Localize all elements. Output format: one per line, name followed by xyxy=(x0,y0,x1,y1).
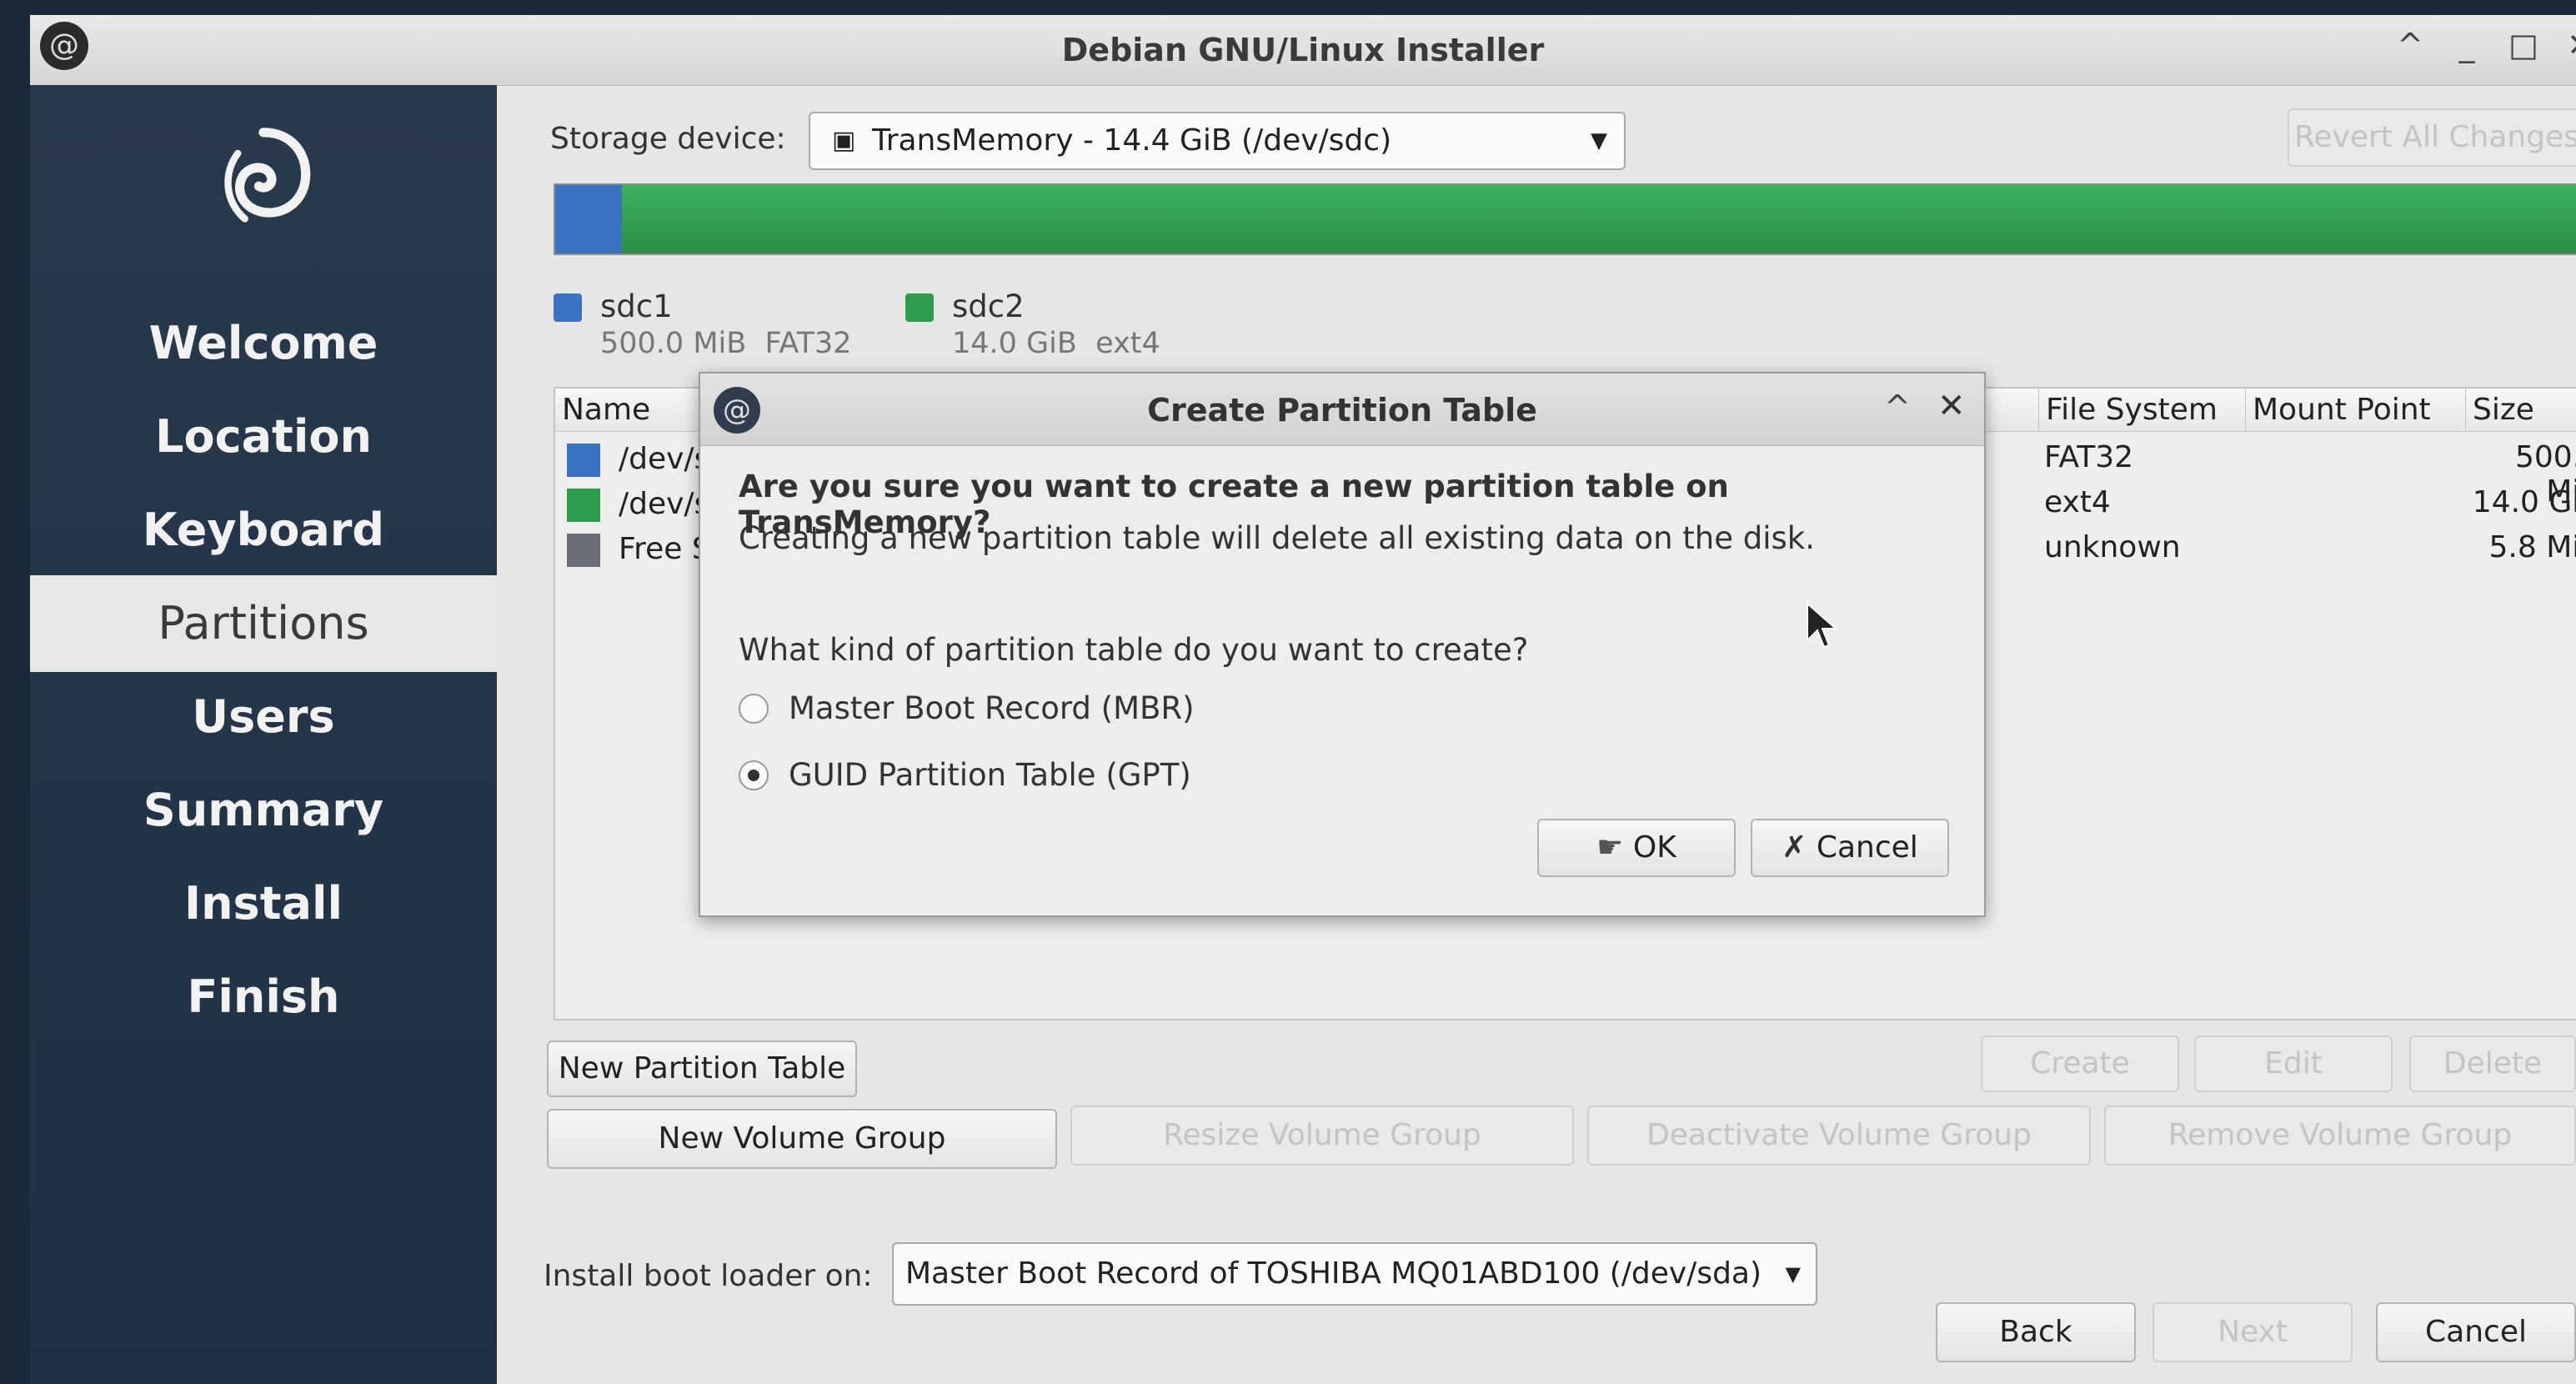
cancel-button[interactable]: Cancel xyxy=(2376,1302,2576,1362)
step-keyboard: Keyboard xyxy=(142,504,385,556)
mbr-radio[interactable] xyxy=(739,694,769,724)
step-welcome: Welcome xyxy=(148,317,378,369)
minimize-icon[interactable]: _ xyxy=(2446,27,2488,63)
column-header-mount-point[interactable]: Mount Point xyxy=(2246,389,2466,432)
dialog-cancel-button[interactable]: ✗ Cancel xyxy=(1751,819,1949,877)
mbr-option-label[interactable]: Master Boot Record (MBR) xyxy=(789,690,1195,726)
step-users: Users xyxy=(192,690,335,743)
edit-button[interactable]: Edit xyxy=(2194,1035,2393,1092)
debian-swirl-icon xyxy=(224,128,311,223)
bootloader-combo[interactable]: Master Boot Record of TOSHIBA MQ01ABD100… xyxy=(892,1242,1817,1306)
dialog-titlebar[interactable]: @ Create Partition Table ^ ✕ xyxy=(700,374,1984,446)
legend-detail-sdc1: 500.0 MiB FAT32 xyxy=(600,327,852,360)
step-location: Location xyxy=(155,410,372,463)
legend-swatch-sdc2 xyxy=(905,293,934,322)
ok-label: OK xyxy=(1632,830,1676,865)
dialog-prompt: What kind of partition table do you want… xyxy=(739,632,1529,668)
row-file-system: FAT32 xyxy=(2044,440,2134,474)
chevron-down-icon: ▼ xyxy=(1591,128,1607,153)
installer-window: @ Debian GNU/Linux Installer ^ _ □ ✕ Wel… xyxy=(30,15,2576,1384)
ok-hand-icon: ☛ xyxy=(1596,830,1624,865)
next-button[interactable]: Next xyxy=(2153,1302,2353,1362)
partition-color-swatch xyxy=(567,489,600,522)
step-finish: Finish xyxy=(187,970,340,1023)
revert-all-changes-button[interactable]: Revert All Changes xyxy=(2288,108,2576,167)
row-file-system: ext4 xyxy=(2044,485,2111,519)
new-partition-table-button[interactable]: New Partition Table xyxy=(547,1041,857,1097)
disk-usage-bar xyxy=(554,183,2576,255)
shade-icon[interactable]: ^ xyxy=(2389,27,2431,63)
bootloader-value: Master Boot Record of TOSHIBA MQ01ABD100… xyxy=(905,1256,1762,1291)
row-file-system: unknown xyxy=(2044,530,2181,564)
new-volume-group-button[interactable]: New Volume Group xyxy=(547,1109,1057,1169)
dialog-title: Create Partition Table xyxy=(1147,392,1537,429)
back-button[interactable]: Back xyxy=(1936,1302,2136,1362)
row-size: 5.8 MiB xyxy=(2488,530,2576,564)
legend-swatch-sdc1 xyxy=(554,293,582,322)
dialog-warning: Creating a new partition table will dele… xyxy=(739,520,1815,556)
ok-button[interactable]: ☛ OK xyxy=(1537,819,1736,877)
usage-segment-sdc1 xyxy=(555,185,622,253)
step-install: Install xyxy=(184,877,343,930)
step-summary: Summary xyxy=(143,784,384,836)
legend-name-sdc2: sdc2 xyxy=(952,288,1025,324)
storage-device-label: Storage device: xyxy=(550,122,786,156)
step-partitions: Partitions xyxy=(30,575,497,672)
mouse-pointer-icon xyxy=(1807,601,1838,649)
row-size: 14.0 GiB xyxy=(2472,485,2576,519)
close-icon[interactable]: ✕ xyxy=(2559,27,2576,63)
row-name: /dev/s xyxy=(619,487,710,521)
column-header-file-system[interactable]: File System xyxy=(2039,389,2246,432)
usage-segment-sdc2 xyxy=(622,185,2576,253)
steps-sidebar: Welcome Location Keyboard Partitions Use… xyxy=(30,85,497,1384)
gpt-option-label[interactable]: GUID Partition Table (GPT) xyxy=(789,757,1191,793)
window-title: Debian GNU/Linux Installer xyxy=(1061,32,1545,68)
storage-device-combo[interactable]: ▣ TransMemory - 14.4 GiB (/dev/sdc) ▼ xyxy=(809,112,1626,170)
resize-volume-group-button[interactable]: Resize Volume Group xyxy=(1070,1106,1574,1166)
chevron-down-icon: ▼ xyxy=(1785,1262,1801,1286)
row-name: /dev/s xyxy=(619,442,710,476)
column-header-size[interactable]: Size xyxy=(2466,389,2576,432)
window-titlebar[interactable]: @ Debian GNU/Linux Installer ^ _ □ ✕ xyxy=(30,15,2576,86)
create-partition-table-dialog: @ Create Partition Table ^ ✕ Are you sur… xyxy=(699,372,1986,917)
partition-color-swatch xyxy=(567,534,600,567)
gpt-radio[interactable] xyxy=(739,760,769,790)
remove-volume-group-button[interactable]: Remove Volume Group xyxy=(2104,1106,2576,1166)
deactivate-volume-group-button[interactable]: Deactivate Volume Group xyxy=(1587,1106,2091,1166)
cancel-label: Cancel xyxy=(1816,830,1918,865)
cancel-x-icon: ✗ xyxy=(1782,830,1807,865)
close-icon[interactable]: ✕ xyxy=(1937,387,1966,425)
legend-name-sdc1: sdc1 xyxy=(600,288,673,324)
partition-color-swatch xyxy=(567,444,600,477)
shade-icon[interactable]: ^ xyxy=(1884,389,1911,425)
drive-icon: ▣ xyxy=(832,126,856,155)
bootloader-label: Install boot loader on: xyxy=(544,1259,873,1293)
delete-button[interactable]: Delete xyxy=(2409,1035,2576,1092)
create-button[interactable]: Create xyxy=(1981,1035,2179,1092)
row-name: Free S xyxy=(619,532,711,566)
storage-device-value: TransMemory - 14.4 GiB (/dev/sdc) xyxy=(872,123,1392,158)
legend-detail-sdc2: 14.0 GiB ext4 xyxy=(952,327,1160,360)
maximize-icon[interactable]: □ xyxy=(2503,27,2544,63)
